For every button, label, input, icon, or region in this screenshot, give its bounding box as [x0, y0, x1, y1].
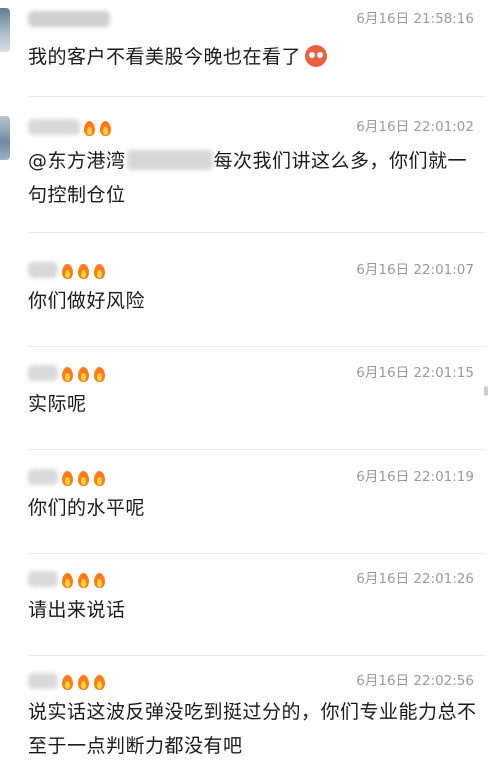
fire-icon [99, 119, 112, 136]
message-text: 实际呢 [28, 393, 87, 415]
message-timestamp: 6月16日 22:02:56 [356, 673, 474, 689]
chat-message: 6月16日 22:01:26 请出来说话 [0, 567, 486, 657]
divider [28, 346, 486, 347]
message-text: 说实话这波反弹没吃到挺过分的，你们专业能力总不至于一点判断力都没有吧 [28, 701, 477, 757]
message-text: 我的客户不看美股今晚也在看了 [28, 40, 478, 74]
fire-icon [93, 365, 106, 382]
message-text: 你们做好风险 [28, 290, 146, 312]
message-timestamp: 6月16日 22:01:26 [356, 571, 474, 587]
chat-message: 6月16日 22:02:56 说实话这波反弹没吃到挺过分的，你们专业能力总不至于… [0, 669, 486, 776]
message-timestamp: 6月16日 21:58:16 [356, 11, 474, 27]
sender-name-redacted [28, 670, 106, 692]
divider [28, 449, 486, 450]
sender-name-redacted [28, 259, 106, 281]
divider [28, 655, 486, 656]
fire-icon [93, 571, 106, 588]
fire-icon [61, 262, 74, 279]
message-timestamp: 6月16日 22:01:15 [356, 365, 474, 381]
avatar[interactable] [0, 8, 10, 52]
fire-icon [61, 673, 74, 690]
scrollbar[interactable] [484, 386, 488, 396]
fire-icon [77, 365, 90, 382]
fire-icon [83, 119, 96, 136]
avatar[interactable] [0, 116, 10, 160]
fire-icon [77, 571, 90, 588]
message-timestamp: 6月16日 22:01:07 [356, 262, 474, 278]
divider [28, 553, 486, 554]
divider [28, 232, 486, 233]
sender-name-redacted [28, 8, 110, 30]
redacted-mention [126, 150, 213, 170]
fire-icon [93, 262, 106, 279]
message-text: @东方港湾 每次我们讲这么多，你们就一句控制仓位 [28, 150, 468, 206]
fire-icon [93, 673, 106, 690]
chat-message-list[interactable]: 6月16日 21:58:16 我的客户不看美股今晚也在看了 6月16日 22:0… [0, 0, 490, 776]
sender-name-redacted [28, 568, 106, 590]
message-text: 你们的水平呢 [28, 497, 146, 519]
chat-message: 6月16日 21:58:16 我的客户不看美股今晚也在看了 [0, 6, 486, 106]
sender-name-redacted [28, 116, 112, 138]
sender-name-redacted [28, 362, 106, 384]
divider [28, 96, 486, 97]
message-text: 请出来说话 [28, 599, 126, 621]
fire-icon [93, 469, 106, 486]
message-timestamp: 6月16日 22:01:19 [356, 469, 474, 485]
angry-face-emoji-icon [305, 45, 328, 67]
fire-icon [61, 365, 74, 382]
fire-icon [77, 469, 90, 486]
fire-icon [61, 571, 74, 588]
chat-message: 6月16日 22:01:15 实际呢 [0, 361, 486, 451]
fire-icon [77, 262, 90, 279]
fire-icon [61, 469, 74, 486]
sender-name-redacted [28, 466, 106, 488]
message-timestamp: 6月16日 22:01:02 [356, 119, 474, 135]
chat-message: 6月16日 22:01:19 你们的水平呢 [0, 465, 486, 555]
fire-icon [77, 673, 90, 690]
chat-message: 6月16日 22:01:02 @东方港湾 每次我们讲这么多，你们就一句控制仓位 [0, 114, 486, 240]
chat-message: 6月16日 22:01:07 你们做好风险 [0, 258, 486, 348]
